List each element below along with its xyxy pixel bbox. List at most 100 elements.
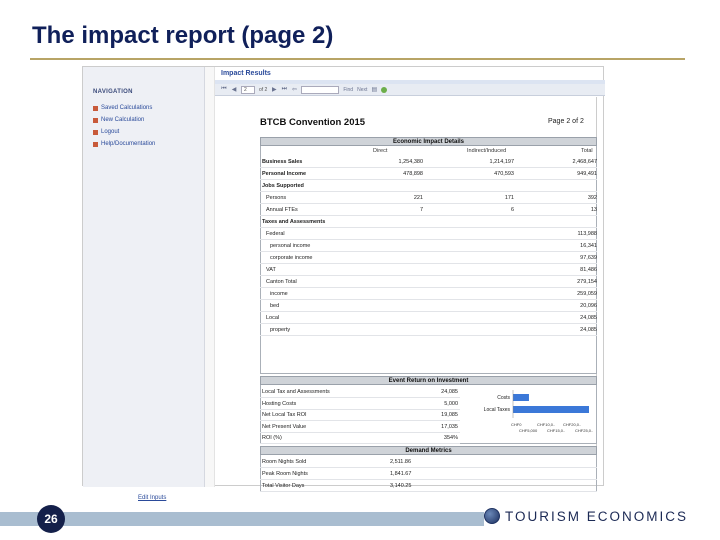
table-row: Annual FTEs 7 6 13 (260, 204, 597, 216)
nav-item-label: Logout (101, 129, 120, 135)
next-link[interactable]: Next (357, 87, 367, 93)
page-number-input[interactable]: 2 (241, 85, 255, 94)
table-row: personal income 16,341 (260, 240, 597, 252)
roi-label: Hosting Costs (262, 400, 297, 407)
row-label: Annual FTEs (266, 207, 298, 213)
row-label: property (270, 327, 291, 333)
prev-page-icon[interactable]: ◀ (231, 86, 237, 93)
demand-row: Total Visitor Days 3,140.25 (260, 480, 597, 492)
roi-heading: Event Return on Investment (260, 376, 597, 385)
cell-total: 113,988 (577, 231, 597, 237)
chart-tick-label: CHF5,000 (519, 428, 538, 433)
row-label: Jobs Supported (262, 183, 304, 189)
demand-value: 1,841.67 (390, 471, 412, 477)
row-label: bed (270, 303, 280, 309)
table-row: Personal Income 478,898 470,593 949,491 (260, 168, 597, 180)
main-area: Impact Results ⏮ ◀ 2 of 2 ▶ ⏭ ⇦ Find Nex… (215, 67, 605, 492)
report-page: BTCB Convention 2015 Page 2 of 2 Economi… (215, 97, 597, 492)
demand-value: 2,511.86 (390, 459, 412, 465)
cell-total: 24,085 (580, 315, 597, 321)
back-icon[interactable]: ⇦ (291, 86, 297, 93)
page-of-label: of 2 (259, 86, 268, 93)
row-label: Canton Total (266, 279, 297, 285)
demand-row: Peak Room Nights 1,841.67 (260, 468, 597, 480)
cell-total: 13 (590, 207, 597, 213)
chart-bar-label: Costs (497, 395, 510, 401)
table-row: Canton Total 279,154 (260, 276, 597, 288)
nav-bullet-icon (93, 129, 98, 135)
cell-direct: 1,254,380 (398, 159, 423, 165)
page-total: 2 (579, 118, 584, 125)
cell-total: 259,059 (577, 291, 597, 297)
row-label: income (270, 291, 288, 297)
first-page-icon[interactable]: ⏮ (221, 86, 227, 93)
page-of: of (572, 118, 579, 125)
report-title: BTCB Convention 2015 (260, 117, 366, 128)
nav-item-label: New Calculation (101, 117, 145, 123)
table-row: Taxes and Assessments (260, 216, 597, 228)
table-row: income 259,059 (260, 288, 597, 300)
demand-label: Peak Room Nights (262, 471, 308, 477)
cell-total: 949,491 (577, 171, 597, 177)
cell-total: 392 (587, 195, 597, 201)
slide-page-number: 26 (37, 505, 65, 533)
row-label: VAT (266, 267, 276, 273)
footer-bar (0, 512, 484, 526)
cell-indirect: 470,593 (494, 171, 514, 177)
row-label: personal income (270, 243, 311, 249)
table-row: Business Sales 1,254,380 1,214,197 2,468,64… (260, 156, 597, 168)
cell-indirect: 6 (510, 207, 514, 213)
next-page-icon[interactable]: ▶ (271, 86, 277, 93)
demand-label: Room Nights Sold (262, 459, 307, 465)
chart-tick-label: CHF20,0.. (563, 422, 581, 427)
cell-direct: 478,898 (403, 171, 423, 177)
chart-tick-label: CHF0 (511, 422, 522, 427)
nav-bullet-icon (93, 117, 98, 123)
demand-label: Total Visitor Days (262, 483, 305, 489)
globe-icon (484, 508, 500, 524)
last-page-icon[interactable]: ⏭ (281, 86, 287, 93)
chart-tick-label: CHF10,0.. (537, 422, 555, 427)
roi-row: Local Tax and Assessments 24,085 (260, 386, 460, 398)
chart-tick-label: CHF15,0.. (547, 428, 565, 433)
roi-value: 19,085 (441, 412, 458, 418)
row-label: Federal (266, 231, 285, 237)
roi-label: Net Present Value (262, 423, 307, 430)
table-row: Federal 113,988 (260, 228, 597, 240)
nav-heading: NAVIGATION (93, 89, 133, 95)
row-label: Personal Income (262, 171, 307, 177)
table-row: Jobs Supported (260, 180, 597, 192)
find-input[interactable] (301, 85, 340, 94)
chart-tick-label: CHF25,0.. (575, 428, 593, 433)
nav-item-logout[interactable]: Logout (93, 129, 119, 135)
nav-item-saved-calculations[interactable]: Saved Calculations (93, 105, 152, 111)
results-tab-title: Impact Results (221, 70, 271, 77)
roi-value: 5,000 (444, 400, 458, 407)
row-label: Taxes and Assessments (262, 219, 326, 225)
slide-title: The impact report (page 2) (32, 22, 334, 49)
find-link[interactable]: Find (343, 87, 353, 93)
page-label: Page (548, 118, 565, 125)
nav-item-help[interactable]: Help/Documentation (93, 141, 155, 147)
nav-item-label: Saved Calculations (101, 105, 153, 111)
refresh-icon[interactable] (381, 86, 388, 93)
roi-row: Net Local Tax ROI 19,085 (260, 409, 460, 421)
nav-item-new-calculation[interactable]: New Calculation (93, 117, 144, 123)
roi-row: ROI (%) 354% (260, 432, 460, 444)
cell-total: 20,096 (580, 303, 597, 309)
cell-direct: 7 (419, 207, 423, 213)
table-row: Local 24,085 (260, 312, 597, 324)
demand-row: Room Nights Sold 2,511.86 (260, 456, 597, 468)
cell-total: 97,639 (580, 255, 597, 261)
cell-indirect: 171 (504, 195, 514, 201)
table-row: property 24,085 (260, 324, 597, 336)
cell-total: 279,154 (577, 279, 597, 285)
export-icon[interactable]: ▤ (371, 86, 378, 93)
chart-bar (513, 406, 589, 413)
edit-inputs-link[interactable]: Edit Inputs (138, 495, 166, 501)
cell-total: 24,085 (580, 327, 597, 333)
roi-bar-chart: CostsLocal TaxesCHF0 CHF10,0.. CHF20,0..CH… (484, 390, 593, 433)
economic-impact-heading: Economic Impact Details (260, 137, 597, 146)
nav-bullet-icon (93, 105, 98, 111)
demand-value: 3,140.25 (390, 483, 412, 489)
